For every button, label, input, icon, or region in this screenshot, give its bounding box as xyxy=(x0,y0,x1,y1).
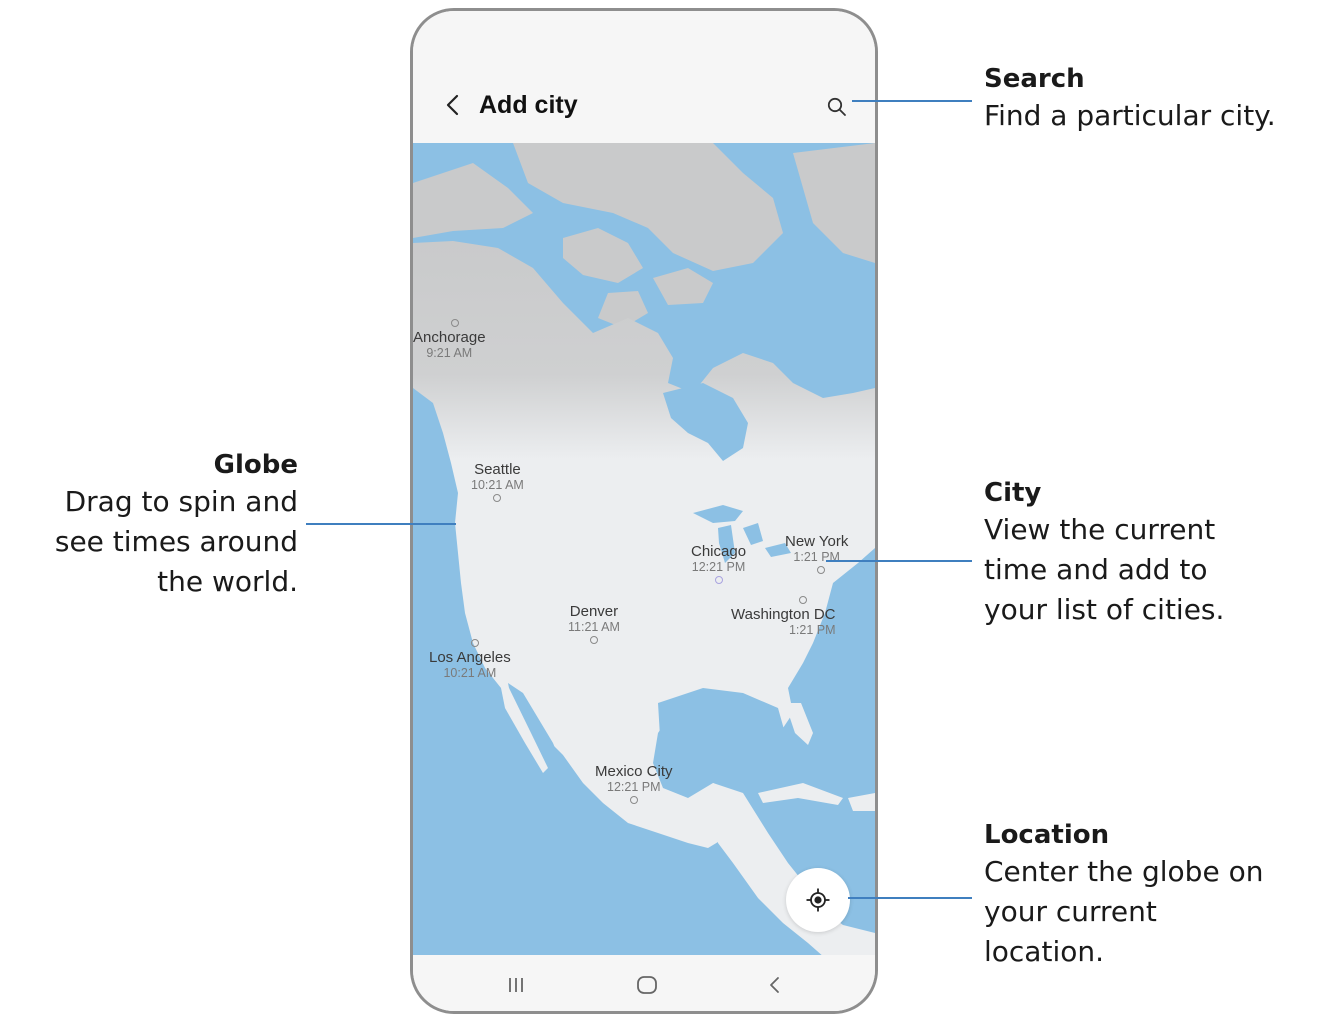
callout-desc: see times around xyxy=(54,525,298,558)
search-icon xyxy=(827,97,846,116)
city-marker-los-angeles[interactable]: Los Angeles 10:21 AM xyxy=(429,639,511,680)
city-dot xyxy=(817,566,825,574)
city-marker-new-york[interactable]: New York 1:21 PM xyxy=(785,533,848,574)
city-time: 12:21 PM xyxy=(607,780,661,794)
callout-desc: Drag to spin and xyxy=(64,485,298,518)
location-callout-line xyxy=(848,897,972,899)
city-dot xyxy=(799,596,807,604)
callout-desc: Find a particular city. xyxy=(984,99,1276,132)
callout-title: Globe xyxy=(213,450,298,480)
city-time: 10:21 AM xyxy=(471,478,524,492)
city-name: Los Angeles xyxy=(429,649,511,666)
city-name: Seattle xyxy=(474,461,521,478)
nav-recents-button[interactable] xyxy=(496,967,536,1003)
nav-home-button[interactable] xyxy=(627,967,667,1003)
globe-map[interactable]: Anchorage 9:21 AM Seattle 10:21 AM Chica… xyxy=(413,143,875,965)
callout-desc: the world. xyxy=(157,565,298,598)
city-marker-chicago[interactable]: Chicago 12:21 PM xyxy=(691,543,746,584)
city-callout-line xyxy=(826,560,972,562)
city-time: 1:21 PM xyxy=(788,623,836,637)
city-name: Washington DC xyxy=(731,606,836,623)
search-button[interactable] xyxy=(823,93,851,121)
back-button[interactable] xyxy=(439,91,467,119)
search-callout: Search Find a particular city. xyxy=(984,62,1276,136)
app-bar: Add city xyxy=(413,11,875,143)
city-dot xyxy=(589,636,598,644)
city-time: 12:21 PM xyxy=(691,560,746,574)
city-marker-washington-dc[interactable]: Washington DC 1:21 PM xyxy=(731,596,836,637)
callout-desc: Center the globe on xyxy=(984,855,1264,888)
city-name: New York xyxy=(785,533,849,550)
navigation-bar xyxy=(413,955,875,1011)
search-callout-line xyxy=(852,100,972,102)
globe-callout: Globe Drag to spin and see times around … xyxy=(55,448,298,602)
city-dot xyxy=(629,796,638,804)
phone-frame: Add city Anchorage 9:21 AM Seattle 10:21… xyxy=(410,8,878,1014)
city-time: 10:21 AM xyxy=(443,666,497,680)
location-button[interactable] xyxy=(786,868,850,932)
globe-callout-line xyxy=(306,523,456,525)
location-callout: Location Center the globe on your curren… xyxy=(984,818,1263,972)
city-time: 9:21 AM xyxy=(426,346,473,360)
city-name: Anchorage xyxy=(413,329,486,346)
city-name: Mexico City xyxy=(595,763,673,780)
callout-desc: location. xyxy=(984,935,1104,968)
callout-title: City xyxy=(984,478,1042,508)
callout-desc: time and add to xyxy=(984,553,1208,586)
chevron-left-icon xyxy=(446,94,459,116)
city-marker-seattle[interactable]: Seattle 10:21 AM xyxy=(471,461,524,502)
city-dot xyxy=(451,319,459,327)
city-name: Denver xyxy=(569,603,619,620)
location-target-icon xyxy=(806,888,830,912)
page-title: Add city xyxy=(479,91,578,119)
city-marker-anchorage[interactable]: Anchorage 9:21 AM xyxy=(413,319,486,360)
city-marker-mexico-city[interactable]: Mexico City 12:21 PM xyxy=(595,763,673,804)
city-dot xyxy=(493,494,502,502)
nav-back-button[interactable] xyxy=(755,967,795,1003)
callout-title: Search xyxy=(984,64,1085,94)
callout-desc: View the current xyxy=(984,513,1216,546)
recents-icon xyxy=(509,978,523,992)
city-dot xyxy=(471,639,479,647)
city-time: 11:21 AM xyxy=(568,620,620,634)
city-marker-denver[interactable]: Denver 11:21 AM xyxy=(568,603,620,644)
city-callout: City View the current time and add to yo… xyxy=(984,476,1224,630)
back-icon xyxy=(770,977,779,993)
callout-title: Location xyxy=(984,820,1110,850)
callout-desc: your list of cities. xyxy=(984,593,1225,626)
city-name: Chicago xyxy=(691,543,747,560)
callout-desc: your current xyxy=(984,895,1157,928)
home-icon xyxy=(637,976,657,994)
city-dot xyxy=(714,576,723,584)
